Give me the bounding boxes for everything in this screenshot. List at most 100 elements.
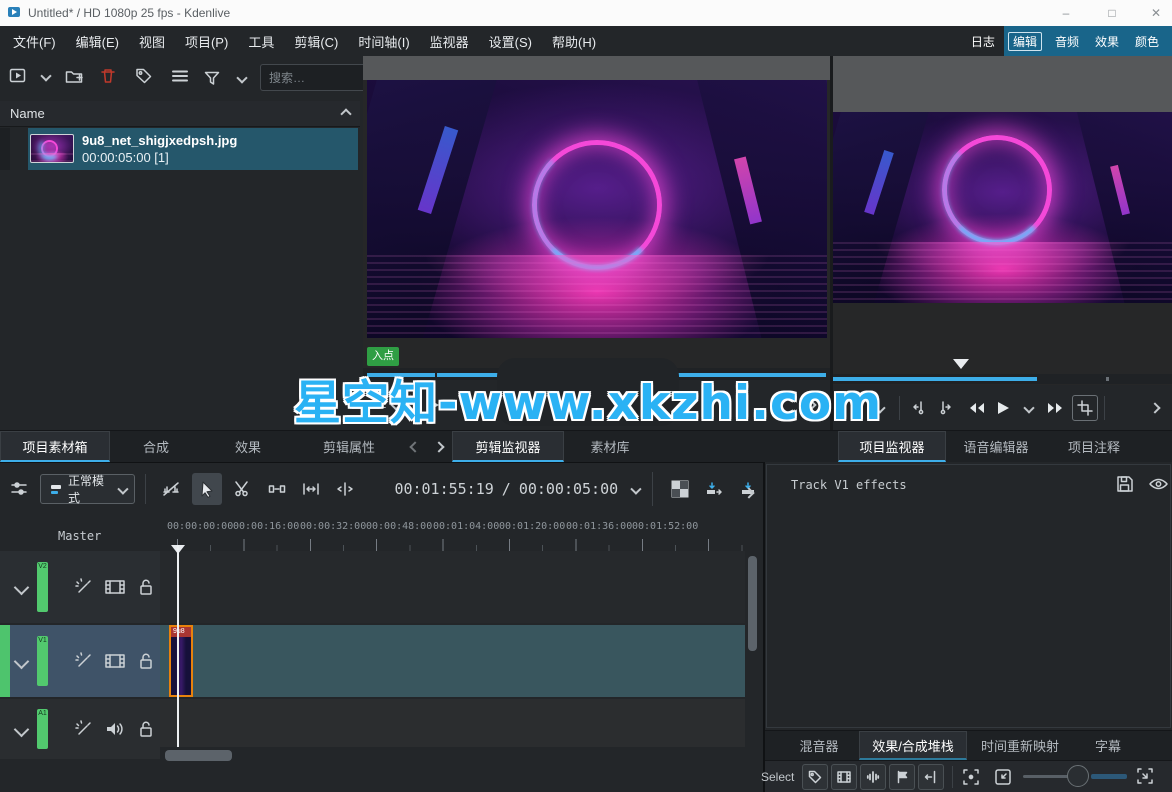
set-out-icon[interactable] bbox=[932, 395, 958, 421]
tab-audio-mixer[interactable]: 混音器 bbox=[779, 731, 859, 760]
track-collapse-icon[interactable] bbox=[13, 653, 30, 669]
collapse-header-icon[interactable] bbox=[340, 107, 352, 120]
tab-project-monitor[interactable]: 项目监视器 bbox=[838, 431, 946, 462]
snap-button[interactable] bbox=[918, 763, 945, 790]
workspace-editing[interactable]: 编辑 bbox=[1007, 31, 1042, 51]
minimize-button[interactable]: – bbox=[1044, 6, 1088, 20]
delete-icon[interactable] bbox=[96, 64, 120, 88]
transparency-icon[interactable] bbox=[665, 473, 695, 505]
menu-project[interactable]: 项目(P) bbox=[182, 29, 231, 54]
workspace-effects[interactable]: 效果 bbox=[1092, 32, 1122, 51]
maximize-button[interactable]: □ bbox=[1090, 6, 1134, 20]
resize-tool-icon[interactable] bbox=[296, 473, 326, 505]
zoom-fit-button[interactable] bbox=[961, 767, 981, 787]
track-tag[interactable]: V2 bbox=[37, 562, 48, 612]
edit-mode-dropdown[interactable]: 正常模式 bbox=[40, 474, 136, 505]
track-effects-icon[interactable] bbox=[74, 651, 94, 671]
tabs-scroll-right-icon[interactable] bbox=[426, 431, 452, 462]
filter-dropdown-icon[interactable] bbox=[230, 66, 254, 90]
play-icon[interactable] bbox=[990, 395, 1016, 421]
track-lock-icon[interactable] bbox=[136, 651, 156, 671]
track-lane-v1[interactable] bbox=[160, 625, 745, 697]
tag-icon[interactable] bbox=[132, 64, 156, 88]
tab-speech-editor[interactable]: 语音编辑器 bbox=[946, 431, 1046, 462]
track-collapse-icon[interactable] bbox=[13, 579, 30, 595]
show-markers-button[interactable] bbox=[889, 763, 916, 790]
tabs-scroll-left-icon[interactable] bbox=[404, 431, 426, 462]
timecode-dropdown-icon[interactable] bbox=[630, 483, 642, 495]
set-in-icon[interactable] bbox=[906, 395, 932, 421]
menu-view[interactable]: 视图 bbox=[136, 29, 168, 54]
project-monitor-overflow-icon[interactable] bbox=[1142, 395, 1168, 421]
clip-row[interactable]: 9u8_net_shigjxedpsh.jpg 00:00:05:00 [1] bbox=[0, 128, 360, 170]
menu-settings[interactable]: 设置(S) bbox=[486, 29, 535, 54]
track-tag[interactable]: A1 bbox=[37, 709, 48, 749]
timeline-toolbar-overflow-icon[interactable] bbox=[743, 485, 755, 500]
razor-tool-icon[interactable] bbox=[228, 473, 258, 505]
tab-effects[interactable]: 效果 bbox=[202, 431, 294, 462]
zone-crop-icon[interactable] bbox=[1072, 394, 1098, 421]
add-clip-button[interactable] bbox=[6, 64, 30, 88]
workspace-color[interactable]: 颜色 bbox=[1132, 32, 1162, 51]
track-header-a1[interactable]: A1 bbox=[0, 699, 160, 759]
track-speaker-icon[interactable] bbox=[104, 719, 126, 739]
timeline-horizontal-scrollbar[interactable] bbox=[165, 750, 232, 761]
project-monitor-zone-bar[interactable] bbox=[833, 374, 1172, 384]
tab-effect-stack[interactable]: 效果/合成堆栈 bbox=[859, 731, 967, 760]
tab-compositions[interactable]: 合成 bbox=[110, 431, 202, 462]
menu-timeline[interactable]: 时间轴(I) bbox=[355, 29, 412, 54]
save-effect-stack-icon[interactable] bbox=[1115, 474, 1135, 494]
workspace-audio[interactable]: 音频 bbox=[1052, 32, 1082, 51]
show-video-thumbnails-button[interactable] bbox=[831, 763, 858, 790]
add-clip-dropdown-icon[interactable] bbox=[34, 64, 58, 88]
track-thumbnails-icon[interactable] bbox=[104, 651, 126, 671]
menu-edit[interactable]: 编辑(E) bbox=[73, 29, 122, 54]
spacer-tool-icon[interactable] bbox=[262, 473, 292, 505]
track-lock-icon[interactable] bbox=[136, 719, 156, 739]
bin-menu-icon[interactable] bbox=[168, 64, 192, 88]
tab-subtitles[interactable]: 字幕 bbox=[1073, 731, 1143, 760]
workspace-logs[interactable]: 日志 bbox=[968, 32, 998, 51]
menu-help[interactable]: 帮助(H) bbox=[549, 29, 599, 54]
menu-file[interactable]: 文件(F) bbox=[10, 29, 59, 54]
forward-icon[interactable] bbox=[1042, 395, 1068, 421]
timeline-vertical-scrollbar[interactable] bbox=[748, 556, 757, 651]
show-audio-thumbnails-button[interactable] bbox=[860, 763, 887, 790]
track-lock-icon[interactable] bbox=[136, 577, 156, 597]
tab-project-notes[interactable]: 项目注释 bbox=[1046, 431, 1142, 462]
track-effects-icon[interactable] bbox=[74, 577, 94, 597]
tab-clip-monitor[interactable]: 剪辑监视器 bbox=[452, 431, 564, 462]
filter-funnel-icon[interactable] bbox=[200, 66, 224, 90]
master-track-label[interactable]: Master bbox=[58, 529, 101, 543]
show-tags-button[interactable] bbox=[802, 763, 829, 790]
tab-time-remap[interactable]: 时间重新映射 bbox=[967, 731, 1073, 760]
track-thumbnails-icon[interactable] bbox=[104, 577, 126, 597]
track-collapse-icon[interactable] bbox=[13, 721, 30, 737]
tab-library[interactable]: 素材库 bbox=[564, 431, 656, 462]
insert-zone-icon[interactable] bbox=[699, 473, 729, 505]
track-effects-icon[interactable] bbox=[74, 719, 94, 739]
zoom-slider-track[interactable] bbox=[1023, 775, 1069, 778]
zoom-slider-handle[interactable] bbox=[1067, 765, 1089, 787]
track-lane-v2[interactable] bbox=[160, 551, 745, 623]
timeline-ruler[interactable]: 00:00:00:00 00:00:16:00 00:00:32:00 00:0… bbox=[160, 515, 763, 553]
show-effects-eye-icon[interactable] bbox=[1148, 475, 1169, 493]
search-input[interactable] bbox=[260, 64, 370, 91]
zoom-out-button[interactable] bbox=[993, 767, 1013, 787]
track-header-v1[interactable]: V1 bbox=[0, 625, 160, 697]
mix-clips-icon[interactable] bbox=[156, 473, 186, 505]
track-lane-a1[interactable] bbox=[160, 699, 745, 747]
track-tag[interactable]: V1 bbox=[37, 636, 48, 686]
rewind-icon[interactable] bbox=[964, 395, 990, 421]
close-button[interactable]: ✕ bbox=[1134, 6, 1172, 20]
zoom-in-button[interactable] bbox=[1135, 766, 1155, 786]
menu-tools[interactable]: 工具 bbox=[245, 29, 277, 54]
timeline-clip[interactable]: 9u8 bbox=[169, 625, 193, 697]
track-config-icon[interactable] bbox=[4, 473, 34, 505]
timeline-timecode[interactable]: 00:01:55:19 / 00:00:05:00 bbox=[394, 480, 618, 498]
play-dropdown-icon[interactable] bbox=[1016, 395, 1042, 421]
new-folder-icon[interactable] bbox=[62, 64, 86, 88]
menu-clip[interactable]: 剪辑(C) bbox=[291, 29, 341, 54]
tab-clip-properties[interactable]: 剪辑属性 bbox=[294, 431, 404, 462]
track-header-v2[interactable]: V2 bbox=[0, 551, 160, 623]
